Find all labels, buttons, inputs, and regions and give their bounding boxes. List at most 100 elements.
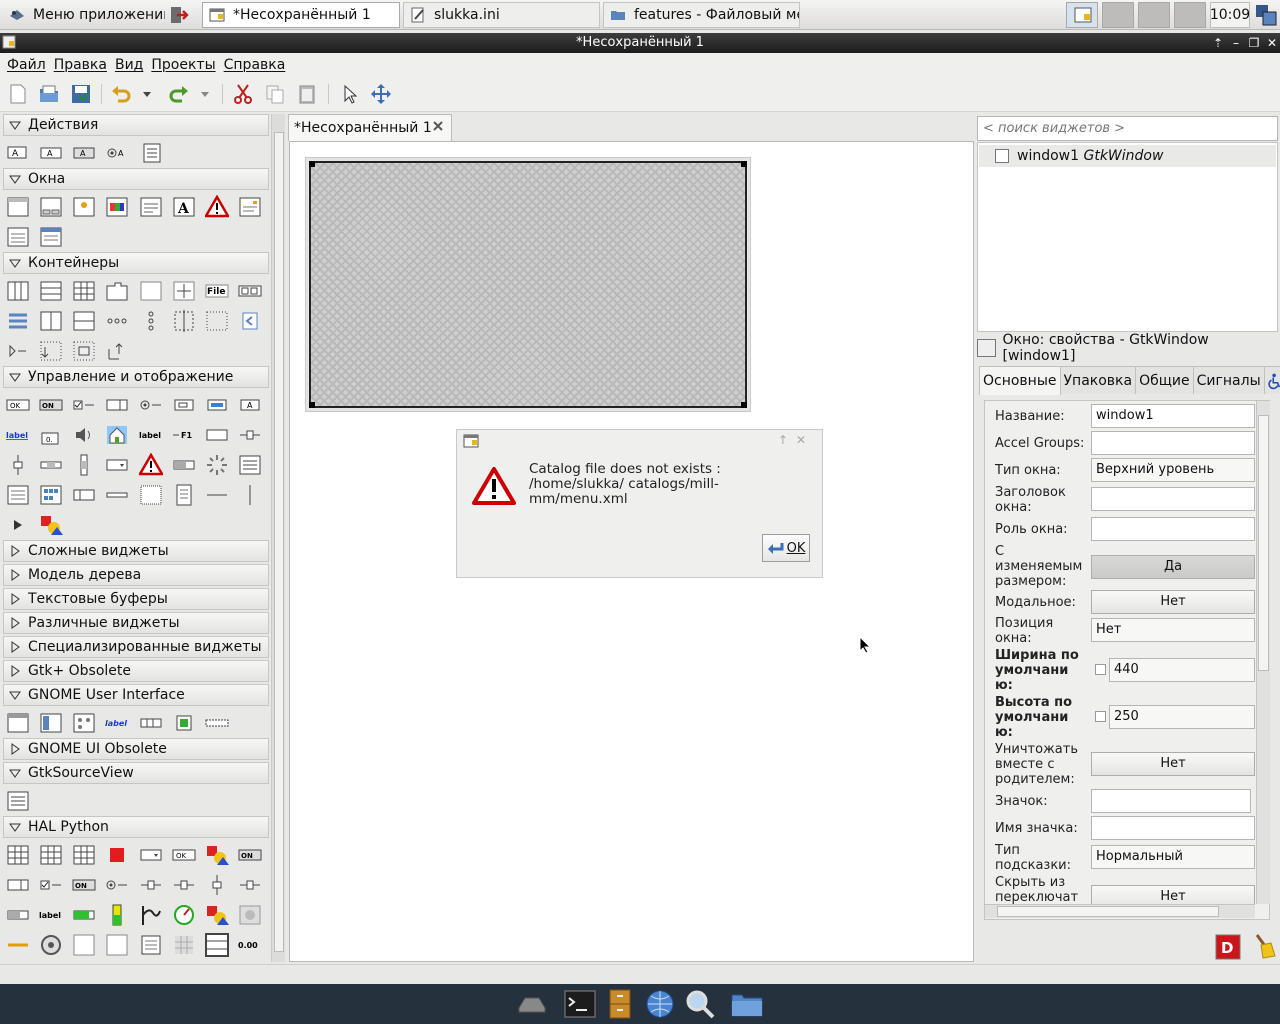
hal-spinbutton-icon[interactable] xyxy=(139,843,163,867)
widget-search-input[interactable]: < поиск виджетов > xyxy=(977,116,1278,141)
palette-group-control-display[interactable]: Управление и отображение xyxy=(3,366,269,388)
hal-text-icon[interactable] xyxy=(139,933,163,957)
hal-graphics-icon[interactable] xyxy=(205,903,229,927)
gnome-icon-list-icon[interactable] xyxy=(72,711,96,735)
tab-general[interactable]: Основные xyxy=(979,366,1061,395)
hal-dial-icon[interactable] xyxy=(39,933,63,957)
frame-icon[interactable] xyxy=(139,279,163,303)
font-selection-dialog-icon[interactable]: A xyxy=(172,195,196,219)
devhelp-icon[interactable]: D xyxy=(1215,934,1241,960)
workspace-2[interactable] xyxy=(1138,2,1170,28)
palette-group-gnome-ui[interactable]: GNOME User Interface xyxy=(3,684,269,706)
new-file-icon[interactable] xyxy=(7,83,29,105)
prop-hint-select[interactable]: Нормальный xyxy=(1091,845,1255,869)
hal-toggle-icon[interactable]: ON xyxy=(238,843,262,867)
source-view-icon[interactable] xyxy=(6,789,30,813)
window-widget-icon[interactable] xyxy=(6,195,30,219)
hal-vscale-icon[interactable] xyxy=(205,873,229,897)
properties-vscrollbar-thumb[interactable] xyxy=(1258,415,1269,671)
undo-history-icon[interactable] xyxy=(140,83,154,105)
close-tab-icon[interactable] xyxy=(431,119,445,133)
palette-group-tree-model[interactable]: Модель дерева xyxy=(3,564,269,586)
hal-dro-icon[interactable] xyxy=(6,933,30,957)
prop-title-input[interactable] xyxy=(1091,487,1255,511)
vbox-icon[interactable] xyxy=(39,279,63,303)
app-menu-button[interactable]: Меню приложений xyxy=(2,2,166,28)
palette-group-text-buffers[interactable]: Текстовые буферы xyxy=(3,588,269,610)
gnome-date-edit-icon[interactable] xyxy=(139,711,163,735)
terminal-icon[interactable] xyxy=(563,988,597,1020)
hal-table-icon[interactable] xyxy=(6,843,30,867)
viewport-icon[interactable] xyxy=(238,309,262,333)
combo-box-icon[interactable] xyxy=(105,453,129,477)
gnome-href-icon[interactable]: label xyxy=(105,711,129,735)
ok-button[interactable]: OK xyxy=(762,534,810,562)
hal-vbar-icon[interactable] xyxy=(105,903,129,927)
prop-icon-input[interactable] xyxy=(1091,789,1251,813)
check-button-icon[interactable] xyxy=(72,393,96,417)
tab-common[interactable]: Общие xyxy=(1135,366,1194,394)
vscale-icon[interactable] xyxy=(6,453,30,477)
palette-group-composite[interactable]: Сложные виджеты xyxy=(3,540,269,562)
hal-button-icon[interactable]: OK xyxy=(172,843,196,867)
resize-handle-sw[interactable] xyxy=(309,402,315,408)
minimize-icon[interactable]: – xyxy=(1228,35,1244,51)
cut-icon[interactable] xyxy=(232,83,254,105)
entry-widget-icon[interactable] xyxy=(205,423,229,447)
prop-width-checkbox[interactable] xyxy=(1095,664,1106,675)
hal-table-2-icon[interactable] xyxy=(39,843,63,867)
tool-palette-icon[interactable] xyxy=(6,309,30,333)
file-cabinet-icon[interactable] xyxy=(603,988,637,1020)
hal-togglebutton-icon[interactable]: ON xyxy=(72,873,96,897)
task-glade-unsaved[interactable]: *Несохранённый 1 xyxy=(202,2,400,28)
palette-group-misc[interactable]: Различные виджеты xyxy=(3,612,269,634)
vbuttonbox-icon[interactable] xyxy=(139,309,163,333)
menu-help[interactable]: Справка xyxy=(224,57,286,73)
vpaned-icon[interactable] xyxy=(72,309,96,333)
menu-view[interactable]: Вид xyxy=(115,57,143,73)
spinner-icon[interactable] xyxy=(205,453,229,477)
hal-meter-icon[interactable] xyxy=(172,903,196,927)
hscrollbar-icon[interactable] xyxy=(39,453,63,477)
recent-chooser-dialog-icon[interactable] xyxy=(6,225,30,249)
prop-destroy-toggle[interactable]: Нет xyxy=(1091,752,1255,776)
tray-glade-icon[interactable] xyxy=(1066,2,1098,28)
icon-view-icon[interactable] xyxy=(39,483,63,507)
hal-gremlin-icon[interactable] xyxy=(238,903,262,927)
progress-bar-icon[interactable] xyxy=(172,453,196,477)
hseparator-icon[interactable] xyxy=(105,483,129,507)
hal-checkbutton-icon[interactable] xyxy=(39,873,63,897)
hal-led-icon[interactable] xyxy=(105,843,129,867)
prop-height-checkbox[interactable] xyxy=(1095,711,1106,722)
prop-resizable-toggle[interactable]: Да xyxy=(1091,555,1255,579)
radio-action-icon[interactable]: A xyxy=(72,141,96,165)
hal-cell-renderer-icon[interactable] xyxy=(205,843,229,867)
hal-bar-icon[interactable] xyxy=(72,903,96,927)
palette-group-gnome-obsolete[interactable]: GNOME UI Obsolete xyxy=(3,738,269,760)
prop-icon-name-input[interactable] xyxy=(1091,816,1255,840)
drawing-area-icon[interactable] xyxy=(172,483,196,507)
prop-role-input[interactable] xyxy=(1091,517,1255,541)
tab-signals[interactable]: Сигналы xyxy=(1192,366,1265,394)
open-file-icon[interactable] xyxy=(38,83,60,105)
prop-type-select[interactable]: Верхний уровень xyxy=(1091,458,1255,482)
palette-scrollbar-thumb[interactable] xyxy=(274,132,284,952)
fixed-icon[interactable] xyxy=(172,279,196,303)
hpaned-icon[interactable] xyxy=(39,309,63,333)
hal-tree-icon[interactable] xyxy=(205,933,229,957)
redo-icon[interactable] xyxy=(168,83,190,105)
drag-resize-icon[interactable] xyxy=(370,83,392,105)
message-dialog-icon[interactable] xyxy=(205,195,229,219)
maximize-icon[interactable]: ❐ xyxy=(1246,35,1262,51)
hal-hscale-3-icon[interactable] xyxy=(238,873,262,897)
color-selection-dialog-icon[interactable] xyxy=(105,195,129,219)
hal-hscale-icon[interactable] xyxy=(139,873,163,897)
save-file-icon[interactable] xyxy=(70,83,92,105)
text-view-icon[interactable] xyxy=(238,453,262,477)
tree-view-icon[interactable] xyxy=(6,483,30,507)
menu-edit[interactable]: Правка xyxy=(54,57,107,73)
prop-position-select[interactable]: Нет xyxy=(1091,618,1255,642)
font-button-icon[interactable]: A xyxy=(238,393,262,417)
gnome-app-icon[interactable] xyxy=(6,711,30,735)
hal-empty-icon[interactable] xyxy=(72,933,96,957)
